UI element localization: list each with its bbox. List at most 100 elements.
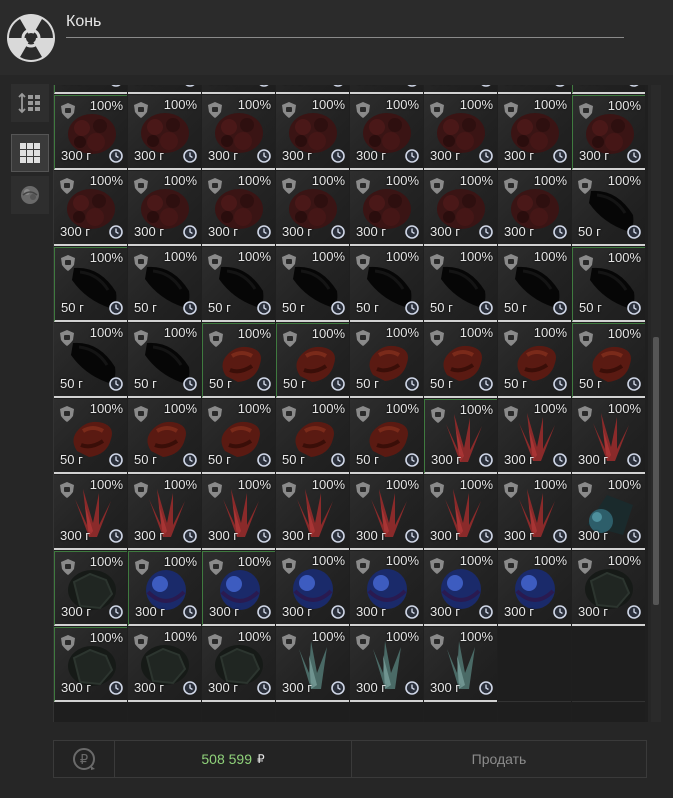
inventory-slot[interactable]: 100%300 г [276, 551, 349, 626]
inventory-slot[interactable]: 100%300 г [498, 551, 571, 626]
exchange-button[interactable]: ₽ [54, 741, 115, 777]
inventory-slot[interactable]: 100%300 г [498, 171, 571, 246]
inventory-slot[interactable]: 100% 50 г [202, 247, 275, 322]
empty-slot[interactable] [498, 703, 571, 722]
clock-icon [257, 149, 271, 163]
inventory-slot[interactable]: 100% 50 г [128, 247, 201, 322]
inventory-slot[interactable]: 100%300 г [54, 171, 127, 246]
shield-icon [430, 330, 444, 346]
inventory-slot[interactable]: 100%300 г [202, 85, 275, 94]
inventory-slot[interactable]: 100%300 г [276, 475, 349, 550]
scrollbar[interactable] [651, 85, 661, 722]
inventory-slot[interactable]: 100%300 г [572, 399, 645, 474]
inventory-slot[interactable]: 100% 300 г [54, 627, 127, 702]
durability-label: 100% [89, 250, 123, 265]
inventory-slot[interactable]: 100%300 г [350, 85, 423, 94]
inventory-slot[interactable]: 100%300 г [128, 627, 201, 702]
inventory-slot[interactable]: 100% 50 г [424, 323, 497, 398]
inventory-slot[interactable]: 100%300 г [498, 95, 571, 170]
weight-label: 300 г [61, 680, 92, 695]
empty-slot[interactable] [572, 703, 645, 722]
inventory-slot[interactable]: 100% 50 г [572, 323, 645, 398]
inventory-slot[interactable]: 100% 50 г [276, 323, 349, 398]
inventory-slot[interactable]: 100%300 г [202, 475, 275, 550]
inventory-slot[interactable]: 100% 50 г [350, 399, 423, 474]
empty-slot[interactable] [572, 627, 645, 702]
inventory-slot[interactable]: 100%300 г [424, 551, 497, 626]
weight-label: 300 г [135, 604, 166, 619]
empty-slot[interactable] [202, 703, 275, 722]
inventory-slot[interactable]: 100%300 г [54, 95, 127, 170]
inventory-slot[interactable]: 100% 50 г [498, 323, 571, 398]
inventory-slot[interactable]: 100%300 г [498, 399, 571, 474]
artifact-filter-button[interactable] [11, 176, 49, 214]
header: Конь [0, 0, 673, 75]
inventory-slot[interactable]: 100% 50 г [276, 399, 349, 474]
shield-icon [356, 482, 370, 498]
inventory-slot[interactable]: 100%300 г [276, 171, 349, 246]
inventory-slot[interactable]: 100% 50 г [572, 247, 645, 322]
inventory-slot[interactable]: 100%300 г [572, 95, 645, 170]
durability-label: 100% [385, 97, 419, 112]
inventory-slot[interactable]: 100%300 г [424, 627, 497, 702]
scrollbar-thumb[interactable] [653, 337, 659, 605]
durability-label: 100% [607, 173, 641, 188]
inventory-slot[interactable]: 100%300 г [572, 551, 645, 626]
inventory-slot[interactable]: 100%300 г [128, 85, 201, 94]
empty-slot[interactable] [498, 627, 571, 702]
inventory-slot[interactable]: 100%300 г [54, 551, 127, 626]
inventory-slot[interactable]: 100% 50 г [54, 247, 127, 322]
empty-slot[interactable] [350, 703, 423, 722]
clock-icon [405, 529, 419, 543]
inventory-slot[interactable]: 100%300 г [202, 627, 275, 702]
weight-label: 300 г [504, 148, 535, 163]
inventory-slot[interactable]: 100%300 г [350, 171, 423, 246]
inventory-slot[interactable]: 100% 50 г [128, 323, 201, 398]
inventory-slot[interactable]: 100%300 г [276, 95, 349, 170]
durability-label: 100% [311, 326, 345, 341]
inventory-slot[interactable]: 100%300 г [424, 171, 497, 246]
inventory-slot[interactable]: 100%300 г [350, 627, 423, 702]
inventory-slot[interactable]: 100%300 г [54, 85, 127, 94]
inventory-slot[interactable]: 100%300 г [202, 95, 275, 170]
inventory-slot[interactable]: 100%300 г [424, 85, 497, 94]
inventory-slot[interactable]: 100%300 г [572, 475, 645, 550]
grid-view-button[interactable] [11, 134, 49, 172]
inventory-slot[interactable]: 100%300 г [350, 475, 423, 550]
inventory-slot[interactable]: 100% 50 г [276, 247, 349, 322]
durability-label: 100% [89, 630, 123, 645]
inventory-slot[interactable]: 100% 50 г [128, 399, 201, 474]
inventory-slot[interactable]: 100%300 г [276, 627, 349, 702]
inventory-slot[interactable]: 100%300 г [128, 475, 201, 550]
inventory-slot[interactable]: 100%300 г [54, 475, 127, 550]
empty-slot[interactable] [54, 703, 127, 722]
inventory-slot[interactable]: 100% 50 г [350, 323, 423, 398]
inventory-slot[interactable]: 100%300 г [350, 551, 423, 626]
sort-button[interactable] [11, 84, 49, 122]
inventory-slot[interactable]: 100%300 г [128, 95, 201, 170]
inventory-slot[interactable]: 100% 50 г [54, 399, 127, 474]
inventory-slot[interactable]: 100%300 г [498, 475, 571, 550]
inventory-slot[interactable]: 100%300 г [498, 85, 571, 94]
inventory-slot[interactable]: 100%300 г [202, 171, 275, 246]
inventory-slot[interactable]: 100%300 г [424, 475, 497, 550]
inventory-slot[interactable]: 100%300 г [424, 399, 497, 474]
inventory-slot[interactable]: 100% 50 г [54, 323, 127, 398]
inventory-slot[interactable]: 100%300 г [572, 85, 645, 94]
inventory-slot[interactable]: 100% 50 г [350, 247, 423, 322]
inventory-slot[interactable]: 100% 50 г [572, 171, 645, 246]
inventory-slot[interactable]: 100% 50 г [202, 323, 275, 398]
inventory-slot[interactable]: 100%300 г [276, 85, 349, 94]
inventory-slot[interactable]: 100%300 г [350, 95, 423, 170]
inventory-slot[interactable]: 100%300 г [128, 551, 201, 626]
empty-slot[interactable] [424, 703, 497, 722]
inventory-slot[interactable]: 100%300 г [202, 551, 275, 626]
sell-button[interactable]: Продать [352, 741, 646, 777]
empty-slot[interactable] [276, 703, 349, 722]
inventory-slot[interactable]: 100% 50 г [498, 247, 571, 322]
inventory-slot[interactable]: 100%300 г [424, 95, 497, 170]
inventory-slot[interactable]: 100% 50 г [202, 399, 275, 474]
empty-slot[interactable] [128, 703, 201, 722]
inventory-slot[interactable]: 100% 50 г [424, 247, 497, 322]
inventory-slot[interactable]: 100%300 г [128, 171, 201, 246]
